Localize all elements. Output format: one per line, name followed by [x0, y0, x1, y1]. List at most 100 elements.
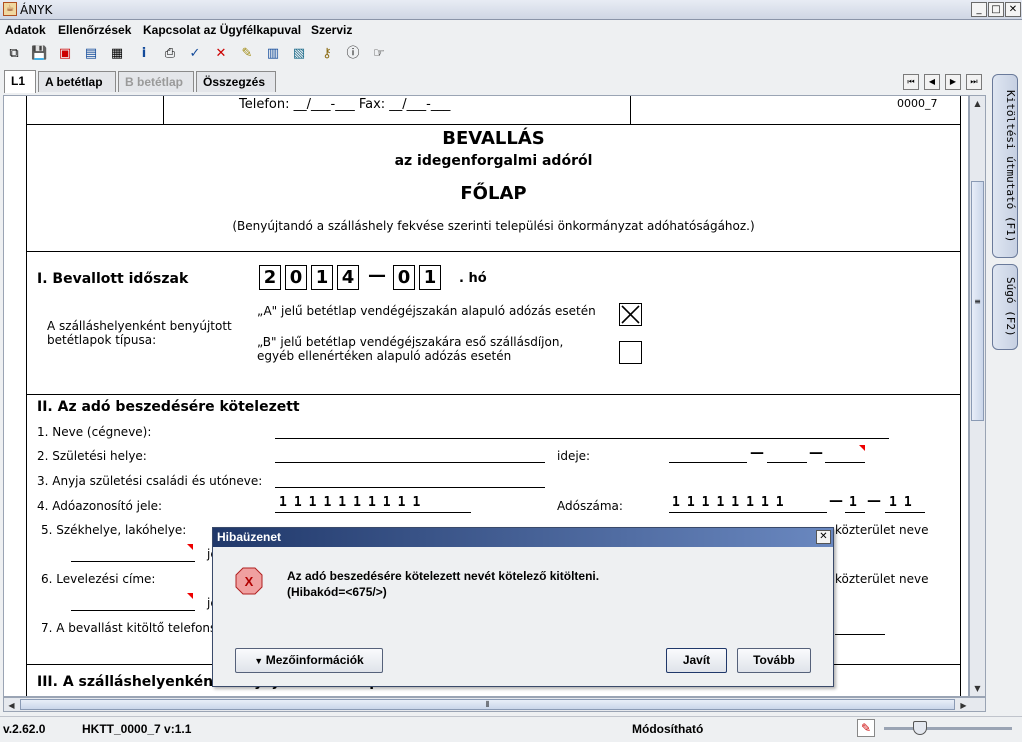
tab-l1[interactable]: L1	[4, 70, 36, 93]
about-icon[interactable]: ⓘ	[344, 44, 362, 62]
help-button[interactable]: Súgó (F2)	[992, 264, 1018, 350]
form-version-text: HKTT_0000_7 v:1.1	[82, 722, 192, 736]
required-marker	[187, 544, 193, 550]
name-label: 1. Neve (cégneve):	[37, 425, 152, 439]
zoom-slider-thumb[interactable]	[913, 721, 927, 735]
option-a-checkbox[interactable]	[619, 303, 642, 326]
save-close-icon[interactable]: ▣	[56, 44, 74, 62]
first-page-button[interactable]: ⏮	[903, 74, 919, 90]
tax-id-value[interactable]: 1111111111	[279, 495, 427, 510]
section1-title: I. Bevallott időszak	[37, 271, 189, 287]
fix-button[interactable]: Javít	[666, 648, 727, 673]
dash: —	[750, 445, 764, 461]
tax-number-b[interactable]: 1	[849, 495, 864, 510]
divider	[630, 96, 631, 124]
tax-number-field-b[interactable]	[845, 512, 865, 513]
scroll-up-icon[interactable]: ▲	[970, 96, 985, 111]
close-window-button[interactable]: ✕	[1005, 2, 1021, 17]
menu-szerviz[interactable]: Szerviz	[311, 23, 352, 37]
last-page-button[interactable]: ⏭	[966, 74, 982, 90]
menu-bar: Adatok Ellenőrzések Kapcsolat az Ügyfélk…	[0, 20, 1022, 40]
menu-ugyfelkapu[interactable]: Kapcsolat az Ügyfélkapuval	[143, 23, 301, 37]
year-digit[interactable]: 2	[259, 265, 281, 290]
mail-postcode-field[interactable]	[71, 610, 195, 611]
page-title: FŐLAP	[460, 183, 527, 204]
required-marker	[859, 445, 865, 451]
side-panel: Kitöltési útmutató (F1) Súgó (F2)	[986, 70, 1022, 710]
delete-icon[interactable]: ✕	[212, 44, 230, 62]
scroll-thumb[interactable]: ≡	[971, 181, 984, 421]
tax-number-field-a[interactable]	[669, 512, 827, 513]
chevron-down-icon: ▼	[254, 656, 266, 666]
divider	[163, 96, 164, 124]
tab-b-betetlap: B betétlap	[118, 71, 194, 92]
scroll-down-icon[interactable]: ▼	[970, 681, 985, 696]
phone-field[interactable]	[835, 634, 885, 635]
field-info-label: Mezőinformációk	[265, 653, 364, 667]
zoom-slider-track[interactable]	[884, 727, 1012, 730]
copy-icon[interactable]: ⧉	[5, 44, 23, 62]
print-preview-icon[interactable]: ▦	[108, 44, 126, 62]
version-text: v.2.62.0	[3, 722, 46, 736]
book-icon[interactable]: ▧	[290, 44, 308, 62]
print-icon[interactable]: ⎙	[161, 44, 179, 62]
year-digit[interactable]: 1	[311, 265, 333, 290]
keys-icon[interactable]: ⚷	[318, 44, 336, 62]
hand-icon[interactable]: ☞	[370, 44, 388, 62]
tab-osszegzes[interactable]: Összegzés	[196, 71, 276, 92]
tax-id-field[interactable]	[275, 512, 471, 513]
birth-day-field[interactable]	[825, 462, 865, 463]
prev-page-button[interactable]: ◀	[924, 74, 940, 90]
scroll-left-icon[interactable]: ◀	[4, 698, 19, 713]
calculator-icon[interactable]: ▥	[264, 44, 282, 62]
name-field[interactable]	[275, 438, 889, 439]
scroll-right-icon[interactable]: ▶	[956, 698, 971, 713]
edit-state-text: Módosítható	[632, 722, 704, 736]
required-marker	[187, 593, 193, 599]
next-button[interactable]: Tovább	[737, 648, 811, 673]
vertical-scrollbar[interactable]: ▲ ≡ ▼	[969, 95, 986, 697]
error-icon: X	[235, 567, 263, 595]
tax-number-field-c[interactable]	[885, 512, 925, 513]
field-info-button[interactable]: ▼ Mezőinformációk	[235, 648, 383, 673]
dash: —	[867, 493, 881, 509]
maximize-button[interactable]: □	[988, 2, 1004, 17]
birth-month-field[interactable]	[767, 462, 807, 463]
horizontal-scrollbar[interactable]: ◀ ⦀ ▶	[3, 697, 986, 712]
minimize-button[interactable]: _	[971, 2, 987, 17]
phone-fax-text: Telefon: __/___-___ Fax: __/___-___	[239, 97, 451, 112]
year-digit[interactable]: 4	[337, 265, 359, 290]
option-b-label: „B" jelű betétlap vendégéjszakára eső sz…	[257, 335, 564, 363]
year-digit[interactable]: 0	[285, 265, 307, 290]
birth-year-field[interactable]	[669, 462, 747, 463]
check-icon[interactable]: ✓	[186, 44, 204, 62]
error-dialog: Hibaüzenet ✕ X Az adó beszedésére kötele…	[212, 527, 834, 687]
seat-postcode-field[interactable]	[71, 561, 195, 562]
menu-ellenorzesek[interactable]: Ellenőrzések	[58, 23, 131, 37]
tab-a-betetlap[interactable]: A betétlap	[38, 71, 116, 92]
month-digit[interactable]: 0	[393, 265, 415, 290]
no-edit-icon[interactable]: ✎	[857, 719, 875, 737]
dash: —	[809, 445, 823, 461]
save-as-icon[interactable]: ▤	[82, 44, 100, 62]
tax-number-a[interactable]: 11111111	[672, 495, 791, 510]
window-title: ÁNYK	[20, 3, 53, 17]
form-note: (Benyújtandó a szálláshely fekvése szeri…	[232, 219, 755, 233]
menu-adatok[interactable]: Adatok	[5, 23, 46, 37]
month-digit[interactable]: 1	[419, 265, 441, 290]
mother-name-field[interactable]	[275, 487, 545, 488]
validate-icon[interactable]: ✎	[238, 44, 256, 62]
mother-name-label: 3. Anyja születési családi és utóneve:	[37, 474, 263, 488]
tax-number-c[interactable]: 11	[889, 495, 919, 510]
betetlap-type-label: A szálláshelyenként benyújtott betétlapo…	[47, 319, 232, 347]
h-scroll-thumb[interactable]: ⦀	[20, 699, 955, 710]
next-page-button[interactable]: ▶	[945, 74, 961, 90]
info-icon[interactable]: i	[135, 44, 153, 62]
option-b-checkbox[interactable]	[619, 341, 642, 364]
help-guide-button[interactable]: Kitöltési útmutató (F1)	[992, 74, 1018, 258]
phone-label: 7. A bevallást kitöltő telefonsz	[41, 621, 223, 635]
svg-text:X: X	[245, 574, 254, 589]
birthplace-field[interactable]	[275, 462, 545, 463]
save-icon[interactable]: 💾	[30, 44, 48, 62]
dialog-close-button[interactable]: ✕	[816, 530, 831, 544]
